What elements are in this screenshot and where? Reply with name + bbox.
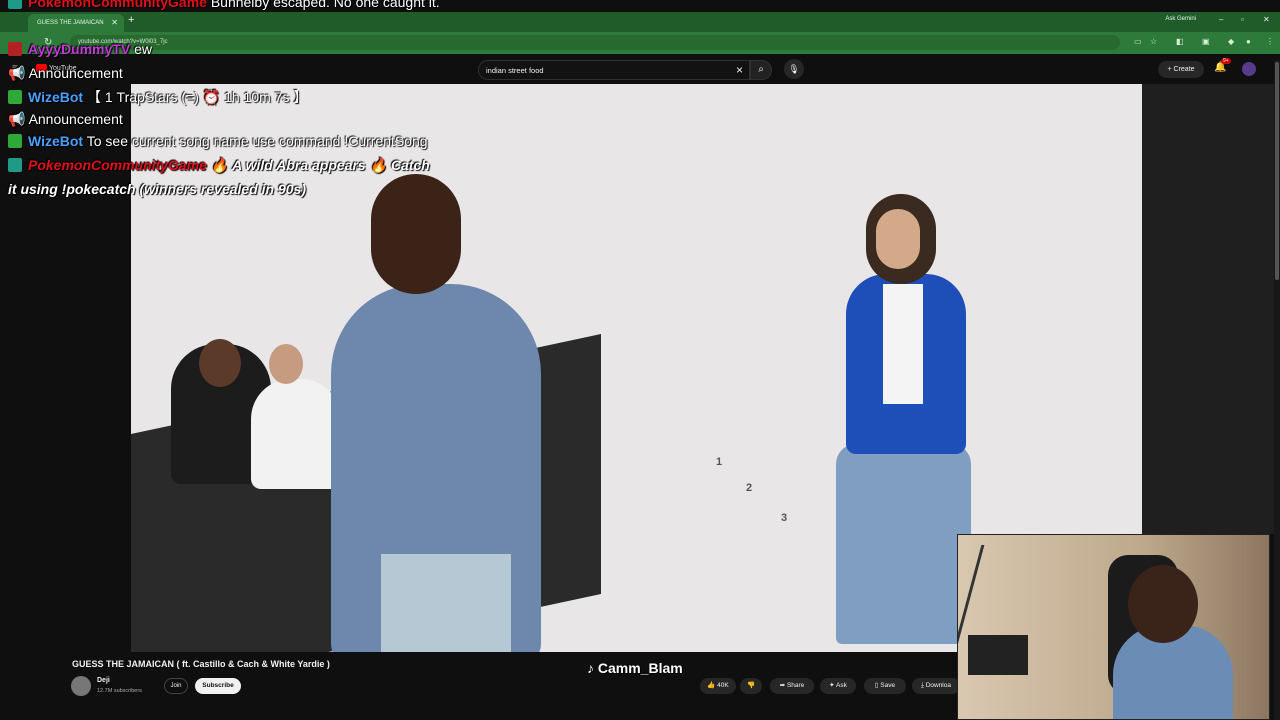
- channel-avatar[interactable]: [71, 676, 91, 696]
- tab-title: GUESS THE JAMAICAN: [37, 20, 104, 26]
- share-icon: ➦: [779, 682, 786, 689]
- join-button[interactable]: Join: [164, 678, 188, 694]
- search-query: indian street food: [486, 66, 544, 75]
- man-face: [876, 209, 920, 269]
- woman-head: [371, 174, 461, 294]
- search-input[interactable]: indian street food ×: [478, 60, 750, 80]
- browser-tab-bar: GUESS THE JAMAICAN ✕ + Ask Gemini – ▫ ✕: [0, 12, 1280, 32]
- man-jeans: [836, 444, 971, 644]
- scrollbar-thumb[interactable]: [1275, 62, 1279, 280]
- ask-gemini-button[interactable]: Ask Gemini: [1165, 16, 1196, 22]
- floor-number: 3: [781, 512, 788, 524]
- subscribe-button[interactable]: Subscribe: [195, 678, 241, 694]
- reload-icon[interactable]: ↻: [44, 37, 52, 48]
- sidebar-icon[interactable]: ▣: [1202, 37, 1210, 46]
- chat-message: PokemonCommunityGame Bunnelby escaped. N…: [8, 0, 440, 10]
- thumbs-down-icon: 👎: [746, 682, 756, 689]
- voice-search-button[interactable]: 🎙: [784, 59, 804, 79]
- like-count: 40K: [717, 682, 729, 689]
- woman-jeans: [381, 554, 511, 652]
- create-button[interactable]: + Create: [1158, 61, 1204, 78]
- streamer-head: [1128, 565, 1198, 643]
- ask-button[interactable]: ✦ Ask: [820, 678, 856, 694]
- bookmark-icon: ▯: [874, 682, 879, 689]
- extension-icon[interactable]: ◆: [1228, 37, 1234, 46]
- man-shirt: [883, 284, 923, 404]
- tiktok-handle-overlay: ♪ Camm_Blam: [587, 660, 683, 676]
- webcam-equipment: [968, 635, 1028, 675]
- webcam-overlay: [957, 534, 1270, 720]
- ask-label: Ask: [836, 682, 847, 689]
- floor-number: 2: [746, 482, 753, 494]
- youtube-logo-text: YouTube: [49, 64, 77, 72]
- youtube-logo[interactable]: YouTube: [36, 64, 77, 72]
- verified-bot-badge-icon: [8, 90, 22, 104]
- share-label: Share: [786, 682, 805, 689]
- extensions-icon[interactable]: ◧: [1176, 37, 1184, 46]
- hamburger-icon[interactable]: ≡: [12, 63, 18, 74]
- video-title: GUESS THE JAMAICAN ( ft. Castillo & Cach…: [72, 659, 330, 669]
- bookmark-star-icon[interactable]: ☆: [1150, 37, 1157, 46]
- menu-icon[interactable]: ⋮: [1266, 37, 1274, 46]
- bot-badge-icon: [8, 0, 22, 9]
- chat-username: PokemonCommunityGame: [28, 0, 207, 10]
- download-button[interactable]: ⤓ Downloa: [912, 678, 960, 694]
- youtube-header: ≡ YouTube indian street food × ⌕ 🎙 + Cre…: [0, 54, 1280, 84]
- subscriber-count: 12.7M subscribers: [97, 688, 142, 694]
- mic-icon: 🎙: [788, 64, 800, 74]
- dislike-button[interactable]: 👎: [740, 678, 762, 694]
- related-panel: [1142, 84, 1274, 534]
- profile-icon[interactable]: ●: [1246, 37, 1251, 46]
- chat-text: Announcement: [28, 111, 123, 127]
- judge-right-head: [269, 344, 303, 384]
- browser-tab[interactable]: GUESS THE JAMAICAN ✕: [28, 14, 124, 32]
- screen: GUESS THE JAMAICAN ✕ + Ask Gemini – ▫ ✕ …: [0, 0, 1280, 720]
- chat-announcement: 📢 Announcement: [8, 111, 123, 128]
- chat-username: WizeBot: [28, 89, 84, 105]
- cast-icon[interactable]: ▭: [1134, 37, 1142, 46]
- share-button[interactable]: ➦ Share: [770, 678, 814, 694]
- chat-text: Bunnelby escaped. No one caught it.: [210, 0, 440, 10]
- maximize-icon[interactable]: ▫: [1241, 15, 1244, 24]
- create-label: Create: [1173, 66, 1195, 73]
- search-icon: ⌕: [758, 64, 764, 75]
- megaphone-icon: 📢: [8, 111, 26, 127]
- chat-username: WizeBot: [28, 133, 84, 149]
- bot-badge-icon: [8, 158, 22, 172]
- url-field[interactable]: youtube.com/watch?v=W0l03_7jc: [70, 35, 1120, 50]
- address-bar-row: ↻ youtube.com/watch?v=W0l03_7jc ▭ ☆ ◧ ▣ …: [0, 32, 1280, 54]
- save-button[interactable]: ▯ Save: [864, 678, 906, 694]
- channel-name[interactable]: Deji: [97, 677, 110, 684]
- search-button[interactable]: ⌕: [750, 60, 772, 80]
- verified-bot-badge-icon: [8, 134, 22, 148]
- save-label: Save: [880, 682, 896, 689]
- tiktok-icon: ♪: [587, 660, 594, 676]
- like-button[interactable]: 👍 40K: [700, 678, 736, 694]
- judge-right: [251, 379, 341, 489]
- download-icon: ⤓: [921, 682, 924, 689]
- account-avatar[interactable]: [1242, 62, 1256, 76]
- judge-left-head: [199, 339, 241, 387]
- sparkle-icon: ✦: [829, 682, 835, 689]
- tiktok-handle: Camm_Blam: [597, 660, 683, 676]
- close-icon[interactable]: ✕: [111, 14, 118, 32]
- notification-count-badge: 9+: [1221, 58, 1231, 64]
- thumbs-up-icon: 👍: [707, 682, 716, 689]
- clear-search-icon[interactable]: ×: [736, 63, 743, 77]
- floor-number: 1: [716, 456, 723, 468]
- minimize-icon[interactable]: –: [1219, 15, 1223, 24]
- download-label: Downloa: [925, 682, 951, 689]
- window-close-icon[interactable]: ✕: [1263, 15, 1270, 24]
- youtube-play-icon: [36, 64, 47, 72]
- new-tab-button[interactable]: +: [128, 14, 134, 26]
